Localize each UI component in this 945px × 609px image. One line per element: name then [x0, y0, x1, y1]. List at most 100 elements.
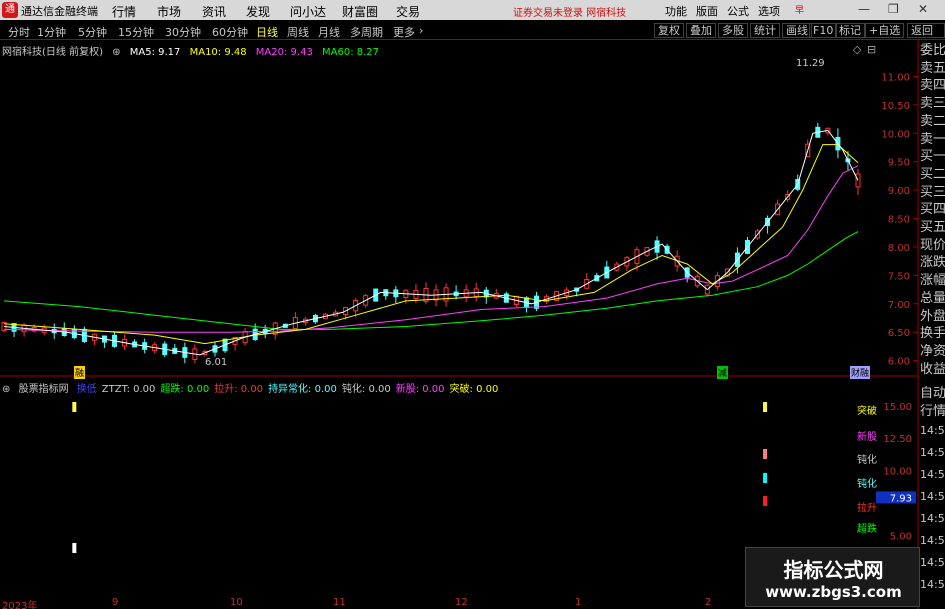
indicator-name[interactable]: 股票指标网: [19, 384, 69, 395]
minimize-icon[interactable]: —: [858, 2, 870, 16]
period-tab[interactable]: 1分钟: [37, 24, 66, 40]
f10-button[interactable]: F10: [809, 23, 838, 38]
title-bar: 通 通达信金融终端 行情 市场 资讯 发现 问小达 财富圈 交易 证券交易未登录…: [0, 0, 945, 20]
menu-item-market[interactable]: 行情: [112, 3, 136, 20]
ma10-value: MA10: 9.48: [189, 47, 247, 58]
quote-panel-label[interactable]: 自动: [920, 386, 945, 401]
y-tick-label: 10.50: [881, 101, 910, 112]
indicator-signal-bar[interactable]: [72, 543, 77, 553]
add-favorite-button[interactable]: +自选: [865, 23, 905, 38]
period-tab[interactable]: 月线: [318, 24, 340, 40]
menu-item-formula[interactable]: 公式: [727, 3, 749, 19]
x-axis-label: 2: [705, 597, 712, 608]
period-tab[interactable]: 5分钟: [78, 24, 107, 40]
login-warning[interactable]: 证券交易未登录 网宿科技: [513, 4, 626, 19]
overlay-button[interactable]: 叠加: [686, 23, 716, 38]
candles-group: [1, 122, 861, 364]
indicator-entry: ZTZT: 0.00: [101, 384, 156, 395]
tick-time: 14:50: [920, 424, 945, 437]
settings-icon[interactable]: ⊛: [112, 47, 120, 58]
indicator-header: ⊛ 股票指标网 换低 ZTZT: 0.00 超跌: 0.00 拉升: 0.00 持异常化…: [2, 380, 508, 395]
indicator-side-tag: 钝化: [857, 455, 877, 466]
period-tab-daily[interactable]: 日线: [256, 24, 278, 40]
maximize-icon[interactable]: ❐: [888, 2, 899, 16]
period-tab[interactable]: 多周期: [350, 24, 383, 40]
y-tick-label: 7.00: [888, 300, 910, 311]
statistics-button[interactable]: 统计: [750, 23, 780, 38]
indicator-y-tick: 7.93: [890, 493, 912, 504]
y-tick-label: 8.50: [888, 215, 910, 226]
period-tab[interactable]: 周线: [287, 24, 309, 40]
y-tick-label: 10.00: [881, 129, 910, 140]
collapse-icon[interactable]: ⊟: [867, 43, 876, 56]
quote-panel-label: 涨跌: [920, 255, 945, 271]
x-axis-label: 11: [333, 597, 346, 608]
tick-time: 14:50: [920, 534, 945, 547]
x-axis-label: 12: [455, 597, 468, 608]
stock-title[interactable]: 网宿科技(日线 前复权): [2, 47, 103, 58]
ma60-line: [3, 231, 859, 330]
y-tick-label: 9.50: [888, 158, 910, 169]
y-tick-label: 6.50: [888, 328, 910, 339]
watermark-title: 指标公式网: [783, 558, 884, 582]
margin-tag[interactable]: 融: [74, 366, 86, 379]
quote-panel-label: 买五: [920, 220, 945, 235]
indicator-signal-bar[interactable]: [763, 402, 768, 412]
indicator-y-tick: 15.00: [883, 402, 912, 413]
indicator-signal-bar[interactable]: [72, 402, 77, 412]
multi-stock-button[interactable]: 多股: [718, 23, 748, 38]
indicator-entry: 持异常化: 0.00: [268, 384, 337, 395]
menu-item-news[interactable]: 资讯: [202, 3, 226, 20]
high-price-label: 11.29: [796, 58, 825, 69]
menu-item-discover[interactable]: 发现: [246, 3, 270, 20]
period-tab[interactable]: 分时: [8, 24, 30, 40]
menu-item-options[interactable]: 选项: [758, 3, 780, 19]
quote-panel-label[interactable]: 行情: [920, 404, 945, 419]
adjust-button[interactable]: 复权: [654, 23, 684, 38]
indicator-side-tag: 突破: [857, 406, 877, 417]
draw-line-button[interactable]: 画线: [782, 23, 812, 38]
indicator-entry: 拉升: 0.00: [214, 384, 264, 395]
indicator-signal-bar[interactable]: [763, 473, 768, 483]
ma5-value: MA5: 9.17: [129, 47, 181, 58]
close-icon[interactable]: ✕: [918, 2, 928, 16]
finance-tag[interactable]: 财融: [850, 366, 871, 379]
period-tab-more[interactable]: 更多: [393, 24, 415, 40]
watermark: 指标公式网 www.zbgs3.com: [745, 547, 920, 607]
y-tick-label: 6.00: [888, 357, 910, 368]
back-button[interactable]: 返回: [907, 23, 945, 38]
chevron-right-icon[interactable]: ›: [419, 24, 423, 37]
tick-time: 14:50: [920, 490, 945, 503]
menu-item-layout[interactable]: 版面: [696, 3, 718, 19]
indicator-entry: 换低: [76, 384, 97, 395]
period-tab[interactable]: 15分钟: [118, 24, 154, 40]
quote-panel-label: 委比: [920, 43, 945, 58]
menu-item-exchange[interactable]: 市场: [157, 3, 181, 20]
ma60-value: MA60: 8.27: [322, 47, 380, 58]
tick-time: 14:50: [920, 446, 945, 459]
indicator-marks-group: [72, 402, 768, 553]
mark-button[interactable]: 标记: [835, 23, 865, 38]
indicator-signal-bar[interactable]: [763, 449, 768, 459]
quote-panel-label: 外盘: [920, 308, 945, 324]
indicator-settings-icon[interactable]: ⊛: [2, 384, 10, 395]
quote-panel-label: 总量: [920, 290, 945, 306]
indicator-entries: 换低 ZTZT: 0.00 超跌: 0.00 拉升: 0.00 持异常化: 0.00 钝化…: [77, 384, 504, 395]
chart-canvas[interactable]: 11.00 10.50 10.00 9.50 9.00 8.50 8.00 7.50 7.00 6…: [0, 40, 945, 609]
candle[interactable]: [855, 173, 861, 188]
indicator-side-tag: 超跌: [857, 524, 877, 535]
quote-panel-label: 卖四: [920, 78, 945, 94]
period-tab[interactable]: 60分钟: [212, 24, 248, 40]
indicator-signal-bar[interactable]: [763, 496, 768, 506]
indicator-entry: 超跌: 0.00: [160, 384, 210, 395]
period-tab[interactable]: 30分钟: [165, 24, 201, 40]
menu-item-wealth[interactable]: 财富圈: [342, 3, 378, 20]
menu-item-assistant[interactable]: 问小达: [290, 3, 326, 20]
reduce-tag[interactable]: 减: [717, 366, 729, 379]
x-axis-label: 1: [575, 597, 582, 608]
quote-panel-label: 卖一: [920, 131, 945, 147]
menu-item-trade[interactable]: 交易: [396, 3, 420, 20]
menu-item-function[interactable]: 功能: [665, 3, 687, 19]
diamond-icon[interactable]: ◇: [853, 43, 861, 56]
quote-panel-label: 买二: [920, 166, 945, 182]
